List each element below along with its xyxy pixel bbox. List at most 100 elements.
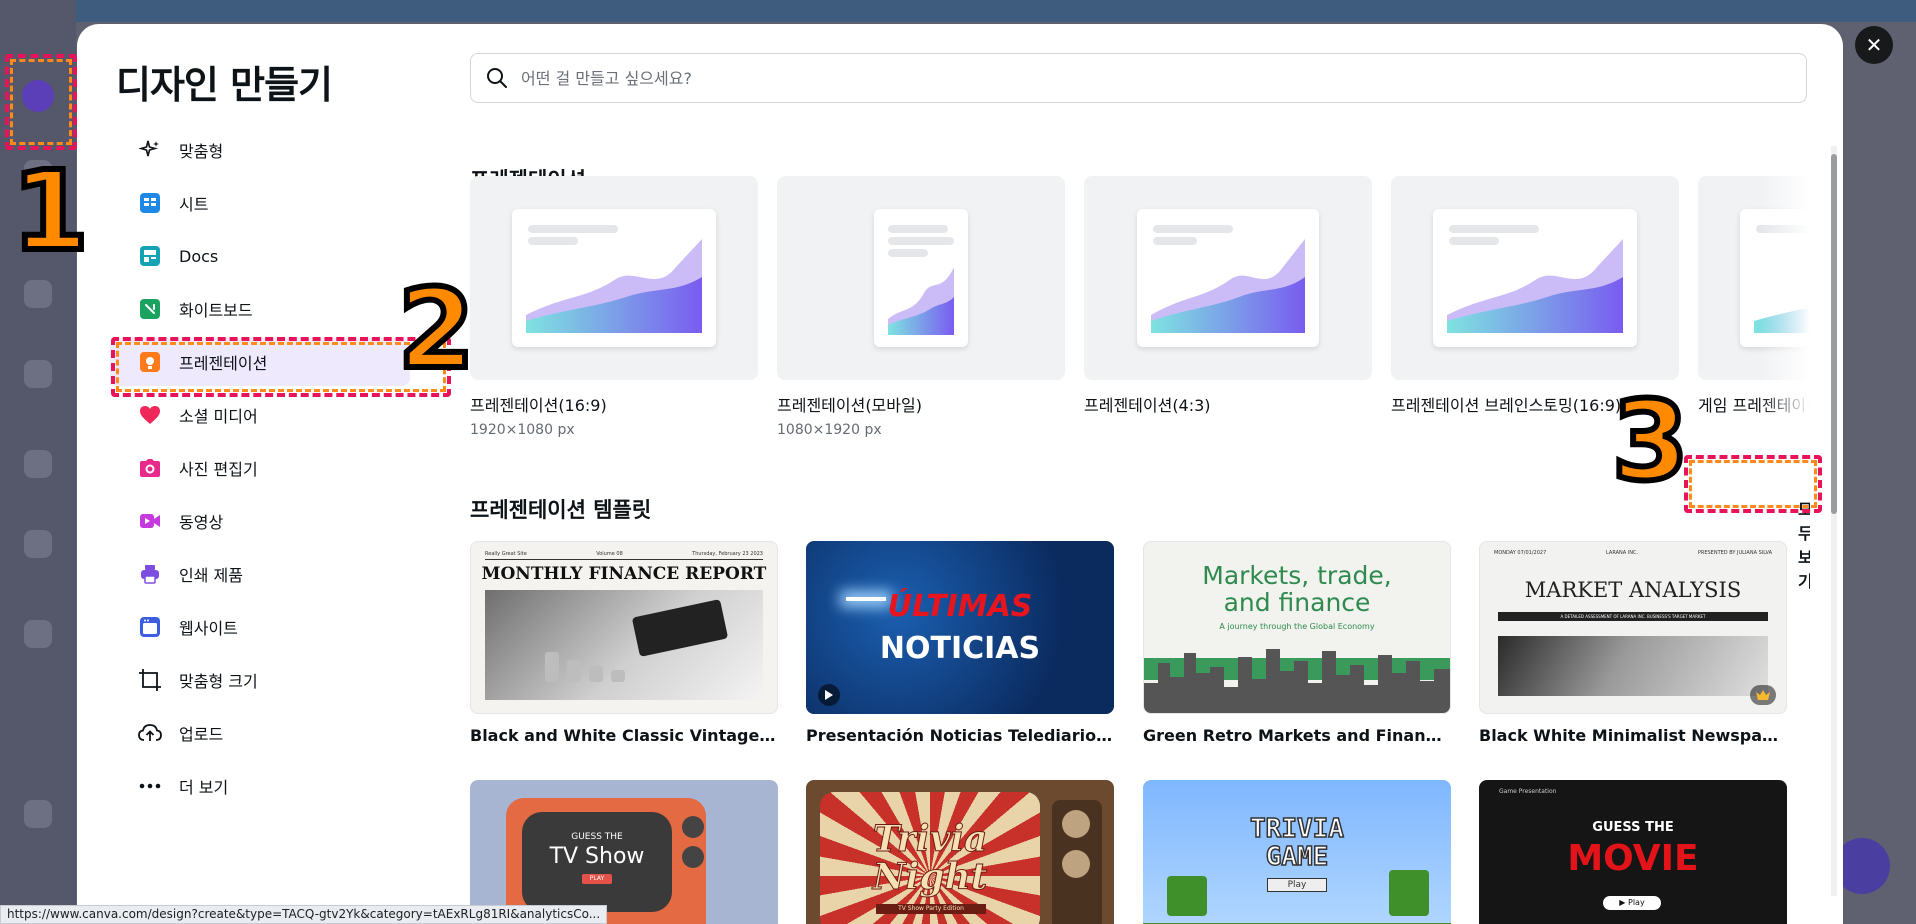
thumb-headline: NOTICIAS <box>879 631 1041 666</box>
thumb-headline: MOVIE <box>1567 838 1699 879</box>
thumb-headline: GUESS THE <box>1592 820 1674 835</box>
close-modal-button[interactable]: ✕ <box>1855 26 1893 64</box>
sidebar-item-label: 맞춤형 <box>179 142 224 161</box>
sidebar-item-label: 화이트보드 <box>179 301 253 320</box>
thumb-headline: GAME <box>1265 841 1329 873</box>
template-card[interactable]: TRIVIA GAME Play <box>1143 780 1451 924</box>
thumb-knob <box>682 846 704 868</box>
annotation-number-1: 1 <box>9 147 92 275</box>
format-name: 프레젠테이션(4:3) <box>1084 396 1211 415</box>
modal-scrollbar[interactable] <box>1828 134 1840 904</box>
thumb-meta: Volume 08 <box>596 551 623 557</box>
cloud-upload-icon <box>137 720 163 746</box>
template-card[interactable]: Markets, trade, and finance A journey th… <box>1143 541 1451 745</box>
play-icon <box>818 684 840 706</box>
template-thumbnail[interactable]: Markets, trade, and finance A journey th… <box>1143 541 1451 714</box>
thumb-headline: TRIVIA <box>1249 813 1344 845</box>
printer-icon <box>137 561 163 587</box>
video-icon <box>137 508 163 534</box>
format-thumbnail[interactable] <box>777 176 1065 380</box>
sidebar-item-website[interactable]: 웹사이트 <box>110 603 410 651</box>
annotation-number-2: 2 <box>395 265 478 393</box>
thumb-button: Play <box>1267 878 1327 892</box>
sidebar-item-label: 동영상 <box>179 513 224 532</box>
format-card[interactable]: 프레젠테이션(16:9) 1920×1080 px <box>470 176 758 438</box>
sidebar-item-print[interactable]: 인쇄 제품 <box>110 550 410 598</box>
main-content: 프레젠테이션 프레젠테이션(16:9) 1920×1080 px <box>470 114 1810 924</box>
template-thumbnail[interactable]: Trivia Night TV Show Party Edition <box>806 780 1114 924</box>
thumb-meta: Thursday, February 23 2023 <box>692 551 763 557</box>
search-input[interactable] <box>521 68 1721 88</box>
template-name: Green Retro Markets and Finance Pr... <box>1143 726 1451 745</box>
slide-illustration <box>1137 209 1319 347</box>
sidebar-item-custom[interactable]: 맞춤형 <box>110 126 410 174</box>
sidebar-item-more[interactable]: 더 보기 <box>110 762 410 810</box>
more-icon <box>137 773 163 799</box>
backdrop-topbar <box>76 0 1916 22</box>
search-icon <box>487 68 507 88</box>
sidebar-item-video[interactable]: 동영상 <box>110 497 410 545</box>
format-thumbnail[interactable] <box>470 176 758 380</box>
format-thumbnail[interactable] <box>1084 176 1372 380</box>
template-thumbnail[interactable]: Really Great Site Volume 08 Thursday, Fe… <box>470 541 778 714</box>
thumb-meta: LARANA INC. <box>1606 550 1639 556</box>
sidebar-item-sheets[interactable]: 시트 <box>110 179 410 227</box>
template-thumbnail[interactable]: TRIVIA GAME Play <box>1143 780 1451 924</box>
format-size: 1920×1080 px <box>470 422 575 438</box>
annotation-box-1 <box>5 54 77 150</box>
thumb-headline: Markets, trade, <box>1202 561 1392 590</box>
thumb-subtitle: TV Show Party Edition <box>876 904 986 914</box>
sidebar-item-label: 사진 편집기 <box>179 460 258 479</box>
template-thumbnail[interactable]: MONDAY 07/01/2027 LARANA INC. PRESENTED … <box>1479 541 1787 714</box>
template-thumbnail[interactable]: Game Presentation GUESS THE MOVIE ▶ Play <box>1479 780 1787 924</box>
template-card[interactable]: Trivia Night TV Show Party Edition <box>806 780 1114 924</box>
status-bar-url: https://www.canva.com/design?create&type… <box>0 905 608 924</box>
format-card[interactable]: 프레젠테이션(4:3) <box>1084 176 1372 416</box>
city-skyline <box>1144 649 1450 713</box>
slide-illustration <box>1433 209 1637 347</box>
thumb-subtitle: A DETAILED ASSESSMENT OF LARANA INC. BUS… <box>1498 612 1768 621</box>
template-card[interactable]: GUESS THE TV Show PLAY <box>470 780 778 924</box>
thumb-headline: MARKET ANALYSIS <box>1524 578 1742 602</box>
thumb-headline: MONTHLY FINANCE REPORT <box>481 564 767 584</box>
thumb-meta: MONDAY 07/01/2027 <box>1494 550 1547 556</box>
slide-illustration <box>874 209 968 347</box>
thumb-meta: Game Presentation <box>1499 788 1557 795</box>
thumb-headline: ÚLTIMAS <box>887 589 1033 624</box>
template-thumbnail[interactable]: GUESS THE TV Show PLAY <box>470 780 778 924</box>
search-bar[interactable] <box>470 53 1807 103</box>
thumb-knob <box>1062 850 1090 878</box>
modal-title: 디자인 만들기 <box>116 63 333 107</box>
premium-crown-icon <box>1750 685 1776 705</box>
format-card[interactable]: 프레젠테이션(모바일) 1080×1920 px <box>777 176 1065 438</box>
template-card[interactable]: Game Presentation GUESS THE MOVIE ▶ Play <box>1479 780 1787 924</box>
template-card[interactable]: Really Great Site Volume 08 Thursday, Fe… <box>470 541 778 745</box>
website-icon <box>137 614 163 640</box>
template-thumbnail[interactable]: ÚLTIMAS NOTICIAS <box>806 541 1114 714</box>
template-card[interactable]: ÚLTIMAS NOTICIAS Presentación Noticias T… <box>806 541 1114 745</box>
rail-icon <box>24 800 52 828</box>
thumb-tree <box>1389 870 1429 916</box>
sidebar-item-docs[interactable]: Docs <box>110 232 410 280</box>
sidebar-item-custom-size[interactable]: 맞춤형 크기 <box>110 656 410 704</box>
template-card[interactable]: MONDAY 07/01/2027 LARANA INC. PRESENTED … <box>1479 541 1787 745</box>
rail-icon <box>24 360 52 388</box>
format-thumbnail[interactable] <box>1391 176 1679 380</box>
sidebar-item-label: 소셜 미디어 <box>179 407 258 426</box>
rail-icon <box>24 620 52 648</box>
annotation-number-3: 3 <box>1609 377 1692 505</box>
sidebar-item-whiteboard[interactable]: 화이트보드 <box>110 285 410 333</box>
scrollbar-thumb[interactable] <box>1831 154 1837 514</box>
sheet-icon <box>137 190 163 216</box>
sidebar-item-social-media[interactable]: 소셜 미디어 <box>110 391 410 439</box>
rail-icon <box>24 280 52 308</box>
sidebar-item-photo-editor[interactable]: 사진 편집기 <box>110 444 410 492</box>
sidebar-item-upload[interactable]: 업로드 <box>110 709 410 757</box>
thumb-subtitle: A journey through the Global Economy <box>1219 622 1375 631</box>
sidebar-item-label: 더 보기 <box>179 778 229 797</box>
sidebar-item-label: 인쇄 제품 <box>179 566 243 585</box>
template-name: Black and White Classic Vintage Min... <box>470 726 778 745</box>
thumb-headline: TV Show <box>549 844 645 869</box>
thumb-headline: Night <box>872 856 988 899</box>
sidebar-item-label: 업로드 <box>179 725 224 744</box>
